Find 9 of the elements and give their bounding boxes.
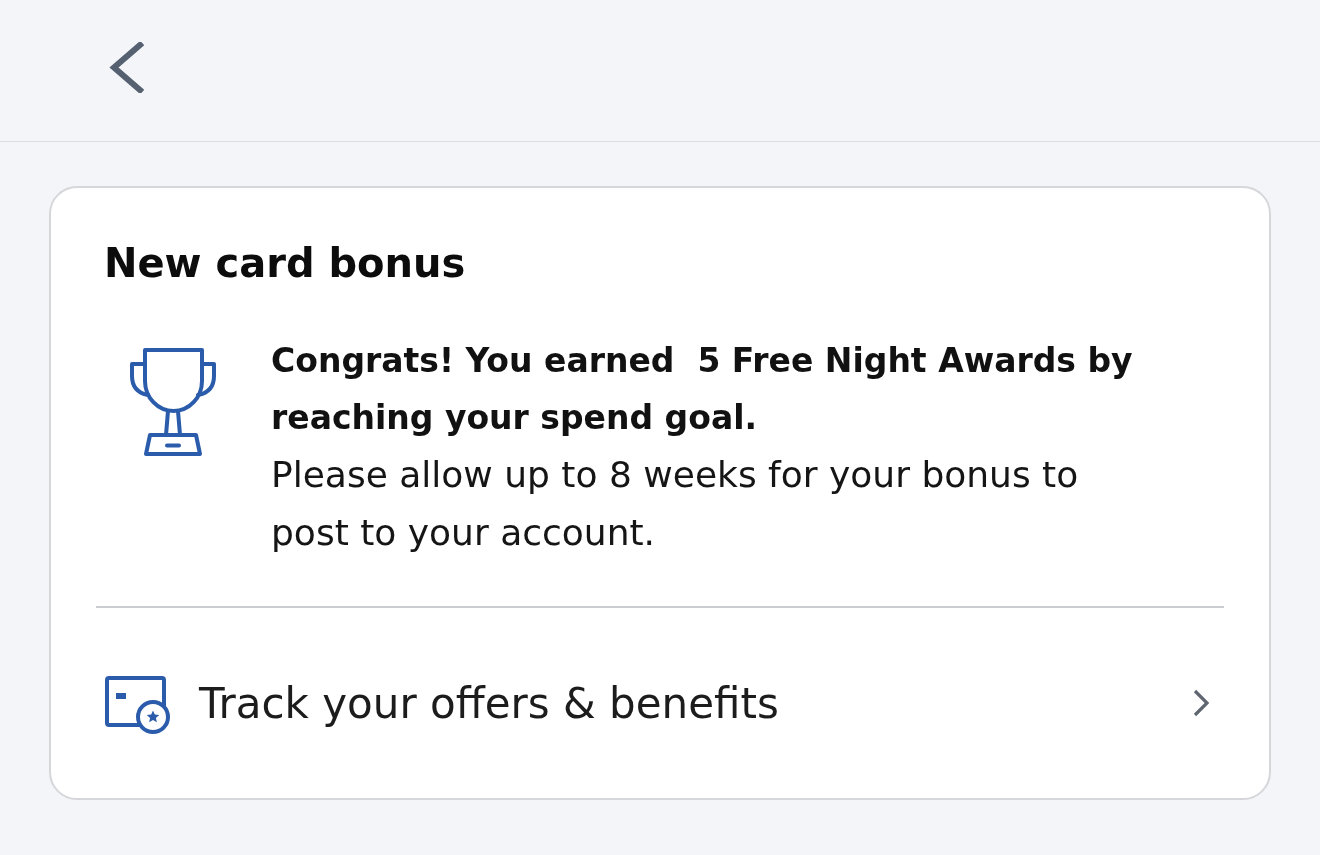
card-title: New card bonus	[104, 240, 467, 286]
offers-link[interactable]: Track your offers & benefits	[96, 608, 1224, 798]
chevron-right-icon	[1192, 688, 1210, 718]
back-icon	[108, 42, 145, 93]
back-button[interactable]	[106, 40, 147, 95]
trophy-icon	[128, 348, 218, 456]
bonus-headline: Congrats! You earned 5 Free Night Awards by reaching your spend goal.	[271, 340, 1134, 439]
bonus-note: Please allow up to 8 weeks for your bonus to post to your account.	[271, 453, 1080, 555]
card-star-icon	[105, 676, 171, 734]
